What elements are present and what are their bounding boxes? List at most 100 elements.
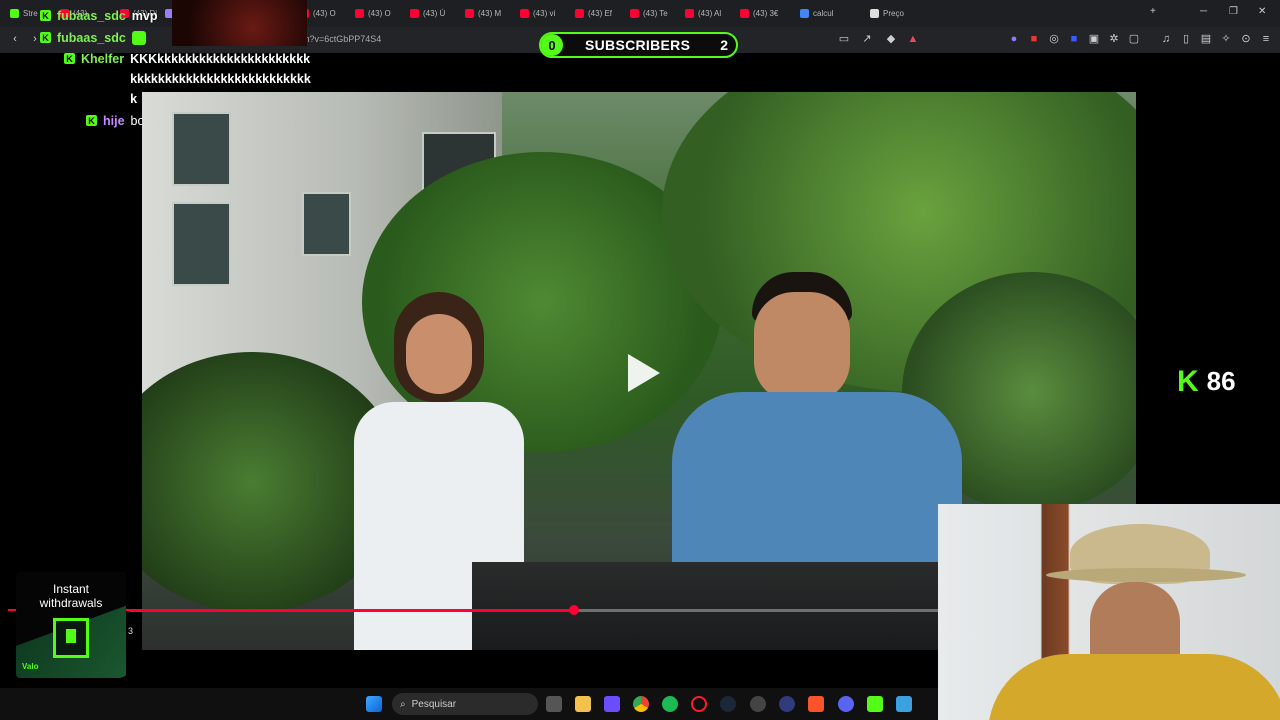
task-view-icon[interactable]	[546, 696, 562, 712]
chat-username: hije	[103, 114, 125, 128]
chat-username: fubaas_sdc	[57, 31, 126, 45]
extension-icon[interactable]: ■	[1068, 33, 1080, 45]
ad-line: withdrawals	[39, 596, 103, 610]
menu-icon[interactable]: ≡	[1260, 33, 1272, 45]
kick-badge-icon: K	[40, 32, 51, 43]
extension-icon[interactable]: ◎	[1048, 33, 1060, 45]
building-window	[172, 112, 231, 186]
minimize-button[interactable]: ─	[1200, 6, 1207, 17]
building-window	[172, 202, 231, 286]
taskbar-search[interactable]: ⌕ Pesquisar	[392, 693, 538, 715]
steam-icon[interactable]	[720, 696, 736, 712]
discord-icon[interactable]	[838, 696, 854, 712]
kick-logo-icon: K	[1177, 364, 1199, 398]
app-icon[interactable]	[750, 696, 766, 712]
chat-text: mvp	[131, 9, 158, 23]
tab-favicon-icon	[520, 9, 529, 18]
browser-tab[interactable]: (43) O	[355, 4, 407, 23]
video-progress-bar[interactable]	[130, 605, 938, 615]
tab-label: (43) M	[478, 9, 502, 18]
extension-icon[interactable]: ●	[1008, 33, 1020, 45]
ad-line: Instant	[52, 582, 90, 596]
chrome-icon[interactable]	[633, 696, 649, 712]
chat-username: fubaas_sdc	[57, 9, 126, 23]
screenshot-icon[interactable]: ▢	[1128, 33, 1140, 45]
url-field[interactable]: ch?v=6ctGbPP74S4	[300, 34, 381, 44]
shirt	[988, 654, 1280, 720]
browser-tab[interactable]: (43) O	[300, 4, 352, 23]
browser-tab[interactable]: calcul	[800, 4, 852, 23]
subscriber-label: SUBSCRIBERS	[585, 37, 691, 53]
instant-withdrawals-ad[interactable]: Instant withdrawals Valo	[16, 572, 126, 678]
tab-label: Preço	[883, 9, 904, 18]
streamer-webcam	[938, 504, 1280, 720]
play-icon[interactable]	[628, 354, 660, 392]
browser-tab[interactable]: (43) Ef	[575, 4, 627, 23]
opera-icon[interactable]	[691, 696, 707, 712]
ad-brand: Valo	[22, 662, 39, 671]
tab-label: (43) Al	[698, 9, 722, 18]
kick-badge-icon: K	[64, 53, 75, 64]
building-window	[302, 192, 351, 256]
kick-counter: K 86	[1177, 366, 1236, 397]
spotify-icon[interactable]	[662, 696, 678, 712]
browser-tab[interactable]: (43) Ú	[410, 4, 462, 23]
tab-favicon-icon	[740, 9, 749, 18]
brave-rewards-icon[interactable]: ▲	[907, 33, 919, 45]
browser-tab[interactable]: (43) Al	[685, 4, 737, 23]
screen-icon[interactable]: ▭	[838, 33, 850, 45]
overlay-image	[172, 0, 307, 46]
browser-tab[interactable]: (43) vi	[520, 4, 572, 23]
music-icon[interactable]: ♫	[1160, 33, 1172, 45]
app-icon[interactable]	[779, 696, 795, 712]
kick-count-value: 86	[1206, 366, 1236, 396]
extension-icon[interactable]: ▣	[1088, 33, 1100, 45]
browser-tab[interactable]: (43) 3€	[740, 4, 792, 23]
extension-icon[interactable]: ■	[1028, 33, 1040, 45]
brave-shield-icon[interactable]: ◆	[885, 33, 897, 45]
chat-username: Khelfer	[81, 52, 125, 66]
tab-label: (43) 3€	[753, 9, 779, 18]
atm-icon	[53, 618, 89, 658]
browser-tab[interactable]: (43) Te	[630, 4, 682, 23]
close-window-button[interactable]: ✕	[1258, 6, 1266, 17]
browser-tab[interactable]: (43) M	[465, 4, 517, 23]
tab-favicon-icon	[870, 9, 879, 18]
app-icon[interactable]	[896, 696, 912, 712]
tab-favicon-icon	[465, 9, 474, 18]
new-tab-button[interactable]: +	[1150, 6, 1156, 17]
vpn-icon[interactable]: ⊙	[1240, 33, 1252, 45]
tab-label: Stre	[23, 9, 38, 18]
kick-app-icon[interactable]	[867, 696, 883, 712]
subscriber-goal: 2	[720, 37, 728, 53]
chat-message: K fubaas_sdc mvp	[40, 9, 157, 23]
file-explorer-icon[interactable]	[575, 696, 591, 712]
emote-icon	[131, 31, 146, 45]
ai-icon[interactable]: ✧	[1220, 33, 1232, 45]
browser-tab[interactable]: Preço	[870, 4, 922, 23]
subscriber-count: 0	[541, 34, 563, 56]
puzzle-icon[interactable]: ✲	[1108, 33, 1120, 45]
app-icon[interactable]	[604, 696, 620, 712]
wallet-icon[interactable]: ▤	[1200, 33, 1212, 45]
tab-favicon-icon	[410, 9, 419, 18]
tab-favicon-icon	[10, 9, 19, 18]
ad-text: Instant withdrawals	[16, 582, 126, 610]
brave-icon[interactable]	[808, 696, 824, 712]
sidebar-icon[interactable]: ▯	[1180, 33, 1192, 45]
tab-label: (43) Te	[643, 9, 668, 18]
share-icon[interactable]: ↗	[861, 33, 873, 45]
chat-text-line: kkkkkkkkkkkkkkkkkkkkkkkkkk	[130, 72, 311, 86]
search-icon: ⌕	[400, 698, 406, 710]
chat-message: K fubaas_sdc	[40, 31, 146, 45]
kick-badge-icon: K	[40, 10, 51, 21]
kick-badge-icon: K	[86, 115, 97, 126]
windows-start-icon[interactable]	[366, 696, 382, 712]
tab-label: (43) Ef	[588, 9, 613, 18]
restore-button[interactable]: ❐	[1229, 6, 1238, 17]
tab-favicon-icon	[355, 9, 364, 18]
tab-label: (43) O	[368, 9, 391, 18]
back-icon[interactable]: ‹	[9, 33, 21, 45]
chat-text-line: KKKkkkkkkkkkkkkkkkkkkkkkk	[130, 52, 311, 66]
tab-label: (43) vi	[533, 9, 556, 18]
